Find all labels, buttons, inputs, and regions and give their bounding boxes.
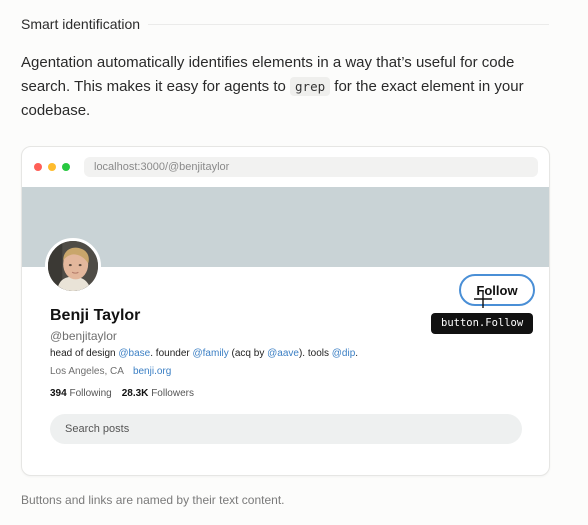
grep-code: grep [290, 77, 331, 96]
profile-handle: @benjitaylor [50, 329, 117, 343]
mention-link-dip[interactable]: @dip [332, 348, 356, 359]
crosshair-icon [474, 290, 492, 308]
following-label: Following [69, 388, 112, 399]
bio-text: . [355, 348, 359, 359]
avatar-photo [48, 241, 98, 291]
profile-meta: Los Angeles, CA benji.org [50, 366, 171, 377]
minimize-window-dot[interactable] [48, 163, 56, 171]
maximize-window-dot[interactable] [62, 163, 70, 171]
follow-button[interactable]: Follow [459, 274, 535, 306]
profile-banner [22, 187, 549, 267]
bio-text: (acq by [228, 348, 268, 359]
profile-stats: 394 Following 28.3K Followers [50, 388, 194, 399]
avatar[interactable] [45, 238, 101, 294]
followers-label: Followers [151, 388, 194, 399]
close-window-dot[interactable] [34, 163, 42, 171]
website-link[interactable]: benji.org [133, 366, 171, 377]
browser-window: localhost:3000/@benjitaylor Follow butto… [21, 146, 550, 476]
bio-text: ). tools [298, 348, 332, 359]
intro-paragraph: Agentation automatically identifies elem… [21, 51, 541, 123]
followers-count: 28.3K [121, 388, 149, 399]
bio-text: head of design [50, 348, 119, 359]
bio-text: . founder [150, 348, 193, 359]
profile-bio: head of design @base. founder @family (a… [50, 348, 358, 359]
url-bar[interactable]: localhost:3000/@benjitaylor [84, 157, 538, 177]
following-count: 394 [50, 388, 67, 399]
profile-name: Benji Taylor [50, 307, 141, 324]
following-link[interactable]: 394 Following [50, 388, 112, 399]
caption: Buttons and links are named by their tex… [21, 493, 285, 507]
profile-location: Los Angeles, CA [50, 366, 124, 377]
followers-link[interactable]: 28.3K Followers [122, 388, 194, 399]
section-title: Smart identification [21, 16, 141, 32]
section-header: Smart identification [21, 16, 549, 32]
element-tooltip: button.Follow [431, 313, 534, 334]
mention-link-aave[interactable]: @aave [267, 348, 299, 359]
search-posts-input[interactable]: Search posts [50, 414, 522, 444]
mention-link-family[interactable]: @family [193, 348, 229, 359]
browser-chrome: localhost:3000/@benjitaylor [22, 147, 549, 187]
mention-link-base[interactable]: @base [118, 348, 150, 359]
section-divider [148, 23, 549, 25]
